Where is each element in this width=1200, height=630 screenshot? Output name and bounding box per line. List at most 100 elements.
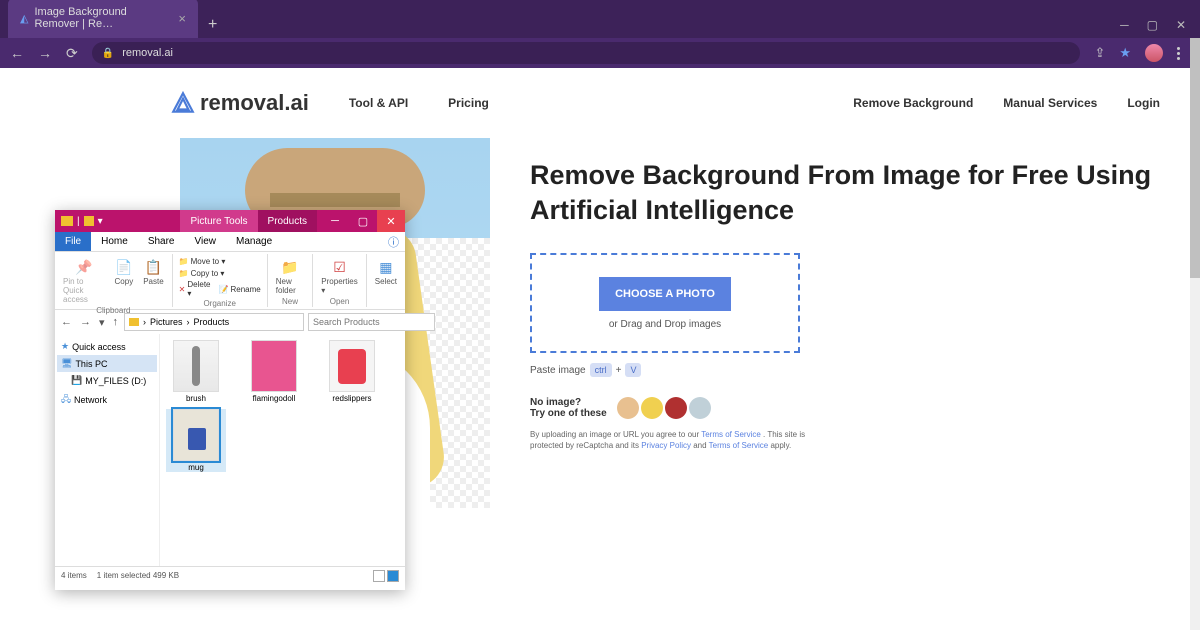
copy-to-button[interactable]: 📁 Copy to ▾: [177, 268, 263, 279]
logo-text: removal.ai: [200, 90, 309, 116]
scrollbar-thumb[interactable]: [1190, 38, 1200, 278]
close-icon[interactable]: ✕: [377, 210, 405, 232]
title-tab-picture-tools[interactable]: Picture Tools: [180, 210, 257, 232]
explorer-menubar: File Home Share View Manage ⓘ: [55, 232, 405, 252]
minimize-icon[interactable]: ─: [1120, 18, 1129, 32]
file-explorer-window: | ▾ Picture Tools Products ─ ▢ ✕ File Ho…: [55, 210, 405, 590]
share-icon[interactable]: ⇪: [1094, 45, 1105, 61]
sidebar-quick-access[interactable]: ★Quick access: [57, 338, 157, 355]
pc-icon: 🖥: [61, 358, 72, 369]
upload-dropzone[interactable]: CHOOSE A PHOTO or Drag and Drop images: [530, 253, 800, 353]
view-thumbnails-icon[interactable]: [387, 570, 399, 582]
sidebar-my-files[interactable]: 💾MY_FILES (D:): [57, 372, 157, 389]
forward-icon[interactable]: →: [38, 45, 52, 61]
paste-button[interactable]: 📋Paste: [139, 256, 167, 306]
nav-remove-bg[interactable]: Remove Background: [853, 96, 973, 110]
tab-view[interactable]: View: [185, 232, 227, 251]
copy-button[interactable]: 📄Copy: [111, 256, 138, 306]
nav-pricing[interactable]: Pricing: [448, 96, 489, 110]
file-item-brush[interactable]: brush: [166, 340, 226, 403]
new-folder-button[interactable]: 📁New folder: [272, 256, 309, 297]
new-tab-button[interactable]: +: [198, 12, 227, 38]
maximize-icon[interactable]: ▢: [1147, 18, 1158, 32]
back-icon[interactable]: ←: [59, 316, 74, 328]
breadcrumb[interactable]: › Pictures › Products: [124, 313, 304, 331]
search-input[interactable]: [308, 313, 435, 331]
tos-link-2[interactable]: Terms of Service: [709, 441, 769, 450]
url-bar[interactable]: 🔒 removal.ai: [92, 42, 1081, 64]
forward-icon[interactable]: →: [78, 316, 93, 328]
breadcrumb-pictures[interactable]: Pictures: [150, 317, 183, 327]
help-icon[interactable]: ⓘ: [382, 232, 405, 251]
tos-link[interactable]: Terms of Service: [701, 430, 761, 439]
reload-icon[interactable]: ⟳: [66, 45, 78, 62]
tab-home[interactable]: Home: [91, 232, 138, 251]
noimg-line1: No image?: [530, 397, 607, 408]
chevron-down-icon[interactable]: ▾: [97, 316, 107, 329]
nav-login[interactable]: Login: [1127, 96, 1160, 110]
profile-avatar[interactable]: [1145, 44, 1163, 62]
key-ctrl: ctrl: [590, 363, 612, 377]
minimize-icon[interactable]: ─: [321, 210, 349, 232]
sample-thumb[interactable]: [641, 397, 663, 419]
chevron-down-icon[interactable]: ▾: [98, 216, 103, 227]
tab-manage[interactable]: Manage: [226, 232, 282, 251]
bookmark-icon[interactable]: ★: [1119, 45, 1131, 61]
rename-button[interactable]: 📝 Rename: [217, 279, 263, 299]
sidebar-network[interactable]: 🖧Network: [57, 389, 157, 411]
browser-toolbar: ← → ⟳ 🔒 removal.ai ⇪ ★: [0, 38, 1190, 68]
group-new: New: [272, 297, 309, 306]
thumbnail: [173, 340, 219, 392]
logo[interactable]: removal.ai: [170, 90, 309, 116]
file-item-mug[interactable]: mug: [166, 409, 226, 472]
group-open: Open: [317, 297, 361, 306]
paste-label: Paste image: [530, 365, 586, 376]
privacy-link[interactable]: Privacy Policy: [641, 441, 691, 450]
drive-icon: 💾: [71, 375, 82, 386]
kebab-menu-icon[interactable]: [1177, 47, 1180, 60]
file-label: mug: [188, 463, 204, 472]
site-header: removal.ai Tool & API Pricing Remove Bac…: [0, 68, 1190, 138]
delete-button[interactable]: ✕ Delete ▾: [177, 279, 213, 299]
network-icon: 🖧: [61, 392, 71, 408]
qat-icon[interactable]: [84, 216, 94, 226]
sample-thumb[interactable]: [665, 397, 687, 419]
sample-thumb[interactable]: [689, 397, 711, 419]
sample-images-row: No image? Try one of these: [530, 397, 1190, 419]
choose-photo-button[interactable]: CHOOSE A PHOTO: [599, 277, 731, 311]
drag-drop-text: or Drag and Drop images: [609, 319, 721, 330]
star-icon: ★: [61, 341, 69, 352]
title-tab-products[interactable]: Products: [258, 210, 317, 232]
sample-thumb[interactable]: [617, 397, 639, 419]
maximize-icon[interactable]: ▢: [349, 210, 377, 232]
noimg-line2: Try one of these: [530, 408, 607, 419]
explorer-titlebar[interactable]: | ▾ Picture Tools Products ─ ▢ ✕: [55, 210, 405, 232]
tab-file[interactable]: File: [55, 232, 91, 251]
file-label: redslippers: [332, 394, 371, 403]
back-icon[interactable]: ←: [10, 45, 24, 61]
view-details-icon[interactable]: [373, 570, 385, 582]
folder-icon: [61, 216, 73, 226]
close-icon[interactable]: ×: [178, 11, 186, 26]
breadcrumb-products[interactable]: Products: [194, 317, 230, 327]
move-to-button[interactable]: 📁 Move to ▾: [177, 256, 263, 267]
sidebar-this-pc[interactable]: 🖥This PC: [57, 355, 157, 372]
up-icon[interactable]: ↑: [111, 316, 121, 328]
logo-icon: [170, 90, 196, 116]
tab-share[interactable]: Share: [138, 232, 185, 251]
key-plus: +: [616, 365, 622, 376]
browser-tab[interactable]: ◭ Image Background Remover | Re… ×: [8, 0, 198, 38]
file-item-flamingodoll[interactable]: flamingodoll: [244, 340, 304, 403]
nav-manual[interactable]: Manual Services: [1003, 96, 1097, 110]
select-button[interactable]: ▦Select: [371, 256, 401, 288]
page-scrollbar[interactable]: [1190, 38, 1200, 630]
file-label: brush: [186, 394, 206, 403]
nav-tool-api[interactable]: Tool & API: [349, 96, 408, 110]
tab-favicon: ◭: [20, 12, 28, 25]
close-window-icon[interactable]: ✕: [1176, 18, 1186, 32]
tab-title: Image Background Remover | Re…: [34, 6, 172, 30]
properties-button[interactable]: ☑Properties ▾: [317, 256, 361, 297]
file-item-redslippers[interactable]: redslippers: [322, 340, 382, 403]
pin-button[interactable]: 📌Pin to Quick access: [59, 256, 109, 306]
paste-hint: Paste image ctrl + V: [530, 363, 1190, 377]
